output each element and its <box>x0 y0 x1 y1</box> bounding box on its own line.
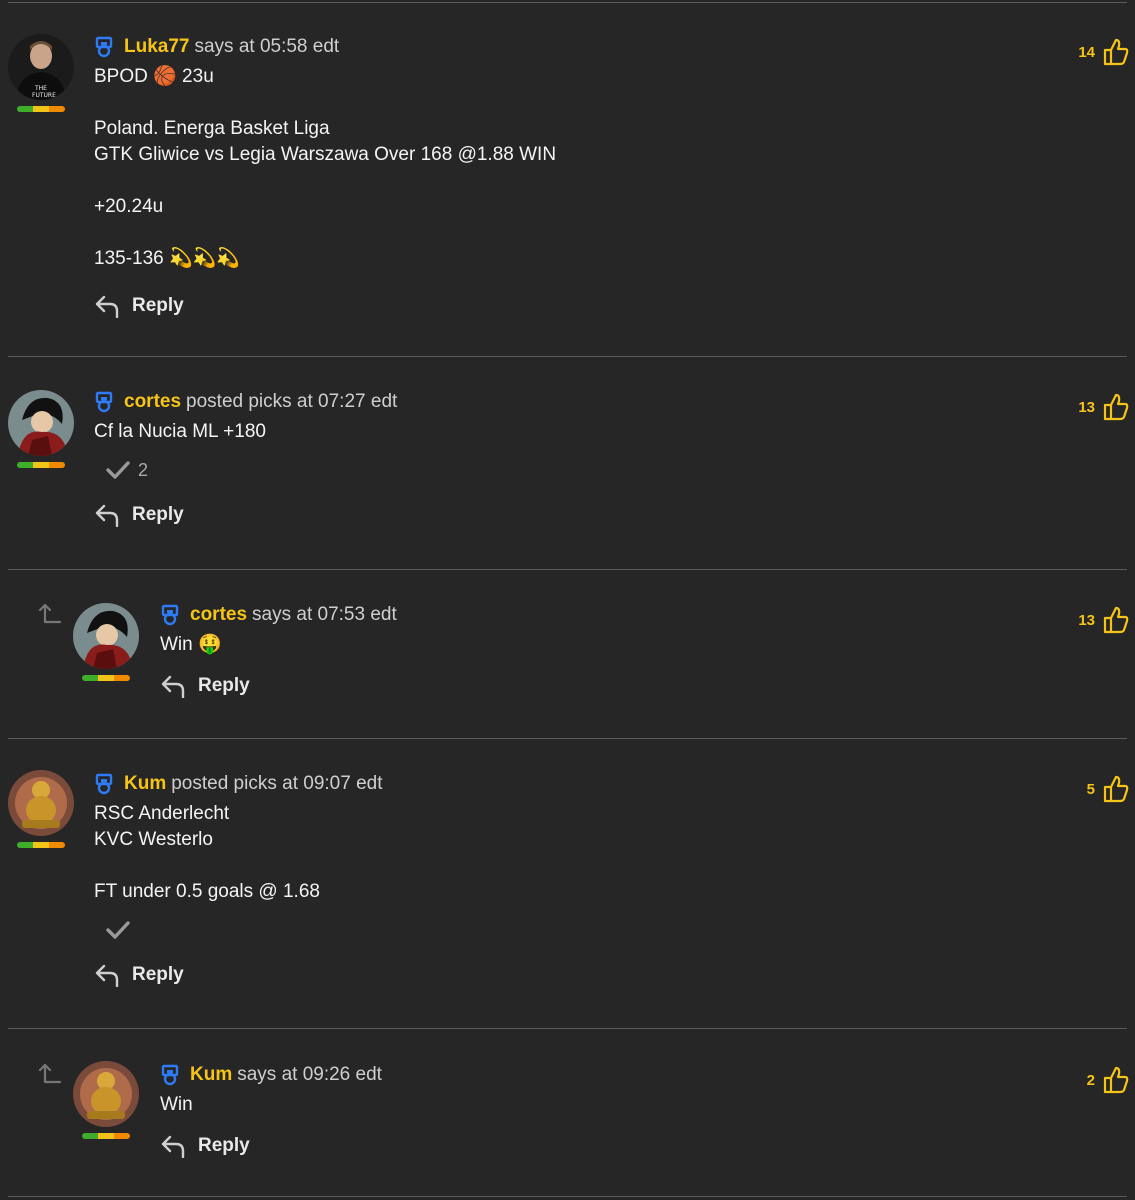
pick-check[interactable] <box>106 919 383 941</box>
check-count: 2 <box>138 459 149 480</box>
like-button[interactable]: 2 <box>1087 1066 1129 1094</box>
avatar-image <box>8 390 74 456</box>
rating-bar <box>82 675 130 681</box>
comment-meta: says at 07:53 edt <box>252 604 397 625</box>
divider <box>8 569 1127 570</box>
comment-meta: posted picks at 09:07 edt <box>171 773 383 794</box>
reply-label: Reply <box>132 295 184 316</box>
checkmark-icon <box>106 921 130 939</box>
like-count: 14 <box>1078 43 1095 61</box>
reply-label: Reply <box>198 1135 250 1156</box>
like-count: 5 <box>1086 780 1095 798</box>
avatar[interactable] <box>73 1061 139 1139</box>
comment-text: Cf la Nucia ML +180 <box>94 421 266 442</box>
like-count: 2 <box>1086 1071 1095 1089</box>
reply-label: Reply <box>132 964 184 985</box>
reply-label: Reply <box>132 504 184 525</box>
comment-meta: posted picks at 07:27 edt <box>186 391 398 412</box>
rating-bar <box>17 106 65 112</box>
svg-text:THE: THE <box>34 85 47 92</box>
username[interactable]: cortes <box>190 604 247 626</box>
reply-label: Reply <box>198 675 250 696</box>
reply-arrow-icon <box>95 504 119 527</box>
reply-button[interactable]: Reply <box>160 674 397 698</box>
like-button[interactable]: 5 <box>1087 775 1129 803</box>
reply-arrow-icon <box>161 1135 185 1158</box>
svg-text:FUTURE: FUTURE <box>32 92 56 99</box>
reply-arrow-icon <box>161 675 185 698</box>
like-button[interactable]: 13 <box>1078 393 1129 421</box>
comment-meta: says at 05:58 edt <box>194 36 340 57</box>
username[interactable]: cortes <box>124 391 181 413</box>
username[interactable]: Luka77 <box>124 36 189 58</box>
thumbs-up-icon <box>1103 1066 1129 1094</box>
divider <box>8 1028 1127 1029</box>
trophy-badge-icon <box>95 36 113 58</box>
divider <box>8 356 1127 357</box>
avatar[interactable]: THE FUTURE <box>8 34 74 112</box>
reply-button[interactable]: Reply <box>160 1134 382 1158</box>
thumbs-up-icon <box>1103 38 1129 66</box>
avatar-image <box>8 770 74 836</box>
comment-text: RSC Anderlecht KVC Westerlo FT under 0.5… <box>94 803 320 902</box>
thumbs-up-icon <box>1103 775 1129 803</box>
comment-text: Win 🤑 <box>160 634 222 655</box>
avatar-image <box>73 1061 139 1127</box>
thumbs-up-icon <box>1103 606 1129 634</box>
trophy-badge-icon <box>161 1064 179 1086</box>
thumbs-up-icon <box>1103 393 1129 421</box>
reply-button[interactable]: Reply <box>94 294 556 318</box>
avatar[interactable] <box>73 603 139 681</box>
avatar-image <box>73 603 139 669</box>
comment-text: BPOD 🏀 23u Poland. Energa Basket Liga GT… <box>94 66 557 269</box>
trophy-badge-icon <box>161 604 179 626</box>
like-button[interactable]: 14 <box>1078 38 1129 66</box>
avatar[interactable] <box>8 390 74 468</box>
divider <box>8 1196 1127 1197</box>
divider <box>8 738 1127 739</box>
avatar[interactable] <box>8 770 74 848</box>
reply-button[interactable]: Reply <box>94 503 397 527</box>
like-button[interactable]: 13 <box>1078 606 1129 634</box>
reply-arrow-icon <box>95 295 119 318</box>
reply-button[interactable]: Reply <box>94 963 383 987</box>
username[interactable]: Kum <box>190 1064 232 1086</box>
thread-indent-arrow-icon <box>38 603 62 624</box>
avatar-image: THE FUTURE <box>8 34 74 100</box>
rating-bar <box>82 1133 130 1139</box>
trophy-badge-icon <box>95 773 113 795</box>
comment-text: Win <box>160 1094 193 1115</box>
rating-bar <box>17 842 65 848</box>
rating-bar <box>17 462 65 468</box>
divider <box>8 2 1127 3</box>
checkmark-icon <box>106 461 130 479</box>
reply-arrow-icon <box>95 964 119 987</box>
trophy-badge-icon <box>95 391 113 413</box>
pick-check[interactable]: 2 <box>106 459 397 481</box>
like-count: 13 <box>1078 398 1095 416</box>
like-count: 13 <box>1078 611 1095 629</box>
comment-meta: says at 09:26 edt <box>237 1064 382 1085</box>
thread-indent-arrow-icon <box>38 1063 62 1084</box>
username[interactable]: Kum <box>124 773 166 795</box>
